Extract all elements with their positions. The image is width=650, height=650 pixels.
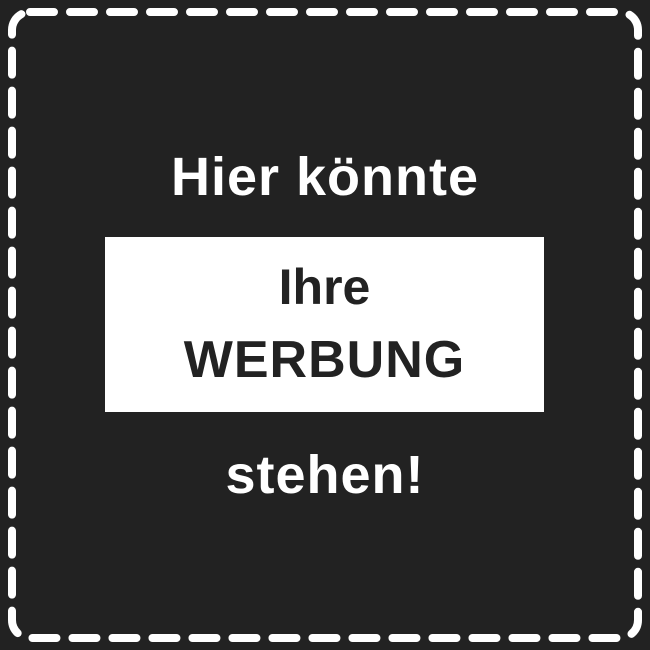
headline-top: Hier könnte — [170, 147, 480, 207]
highlight-line-1: Ihre — [278, 259, 371, 315]
headline-bottom: stehen! — [225, 445, 425, 505]
highlight-box: Ihre WERBUNG — [105, 237, 544, 412]
highlight-line-2: WERBUNG — [183, 331, 466, 389]
ad-placeholder-canvas: Hier könnte Ihre WERBUNG stehen! — [0, 0, 650, 650]
